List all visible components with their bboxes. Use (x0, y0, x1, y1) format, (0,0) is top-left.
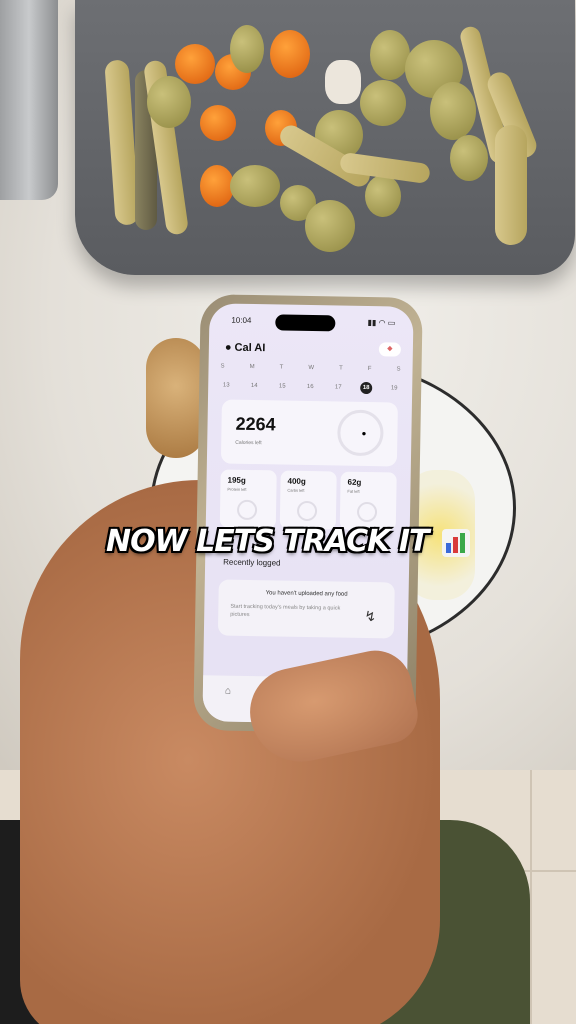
home-icon[interactable]: ⌂ (225, 686, 231, 697)
signal-wifi-battery-icon: ▮▮ ◠ ▭ (367, 318, 396, 328)
macro-ring (356, 501, 378, 523)
date-button[interactable]: 13 (220, 379, 232, 391)
date-button[interactable]: 14 (248, 380, 260, 392)
apple-icon: ● (224, 341, 235, 354)
caption-text: NOW LETS TRACK IT (106, 524, 429, 559)
weekday-label: S (396, 366, 401, 373)
glass (0, 0, 58, 200)
date-button[interactable]: 18 (360, 381, 373, 395)
streak-badge[interactable]: ◆ (378, 342, 402, 357)
weekday-label: S (220, 363, 225, 370)
curved-arrow-icon: ↯ (364, 608, 377, 625)
bar-chart-emoji (441, 528, 470, 557)
macro-ring (296, 500, 318, 522)
bread-slice (146, 338, 206, 458)
macro-value: 195g (227, 475, 246, 485)
date-button[interactable]: 16 (304, 381, 316, 393)
macro-value: 400g (287, 476, 306, 486)
dynamic-island (275, 314, 336, 332)
empty-state-body: Start tracking today's meals by taking a… (230, 603, 341, 618)
macro-ring (236, 499, 258, 521)
weekday-label: T (279, 364, 284, 371)
weekday-label: M (249, 363, 255, 371)
status-bar: 10:04 ▮▮ ◠ ▭ (209, 313, 413, 333)
weekday-label: F (367, 366, 372, 373)
app-title-row: ● Cal AI (225, 342, 266, 355)
macro-value: 62g (347, 477, 362, 487)
caption-overlay: NOW LETS TRACK IT (0, 524, 576, 559)
empty-state-card: You haven't uploaded any food Start trac… (217, 579, 395, 639)
weekday-label: W (308, 364, 315, 372)
macro-label: Fat left (347, 488, 360, 494)
vegetable-tray (75, 0, 575, 275)
date-button[interactable]: 15 (276, 380, 288, 392)
macro-card[interactable]: 195g Protein left (219, 469, 277, 529)
calories-ring (337, 409, 384, 457)
date-button[interactable]: 17 (332, 381, 344, 393)
calories-label: Calories left (235, 439, 262, 447)
date-button[interactable]: 19 (388, 382, 400, 394)
weekday-row: SMTWTFS (221, 363, 401, 372)
macro-card[interactable]: 400g Carbs left (279, 470, 337, 530)
flame-icon: ● (361, 428, 367, 439)
status-time: 10:04 (231, 315, 252, 325)
macro-card[interactable]: 62g Fat left (339, 471, 397, 531)
weekday-label: T (339, 365, 343, 372)
calories-card[interactable]: 2264 Calories left ● (220, 399, 398, 467)
macro-label: Protein left (227, 486, 247, 492)
recently-logged-title: Recently logged (223, 557, 281, 568)
empty-state-title: You haven't uploaded any food (265, 590, 348, 598)
calories-value: 2264 (235, 413, 276, 435)
date-row: 13 14 15 16 17 18 19 (220, 379, 400, 395)
photo-scene: 10:04 ▮▮ ◠ ▭ ● Cal AI ◆ S M T W T F S 13 14 15 16… (0, 0, 576, 1024)
macro-label: Carbs left (287, 487, 305, 493)
app-title: Cal AI (234, 341, 266, 355)
macro-cards: 195g Protein left 400g Carbs left 62g Fat lef… (219, 469, 397, 531)
